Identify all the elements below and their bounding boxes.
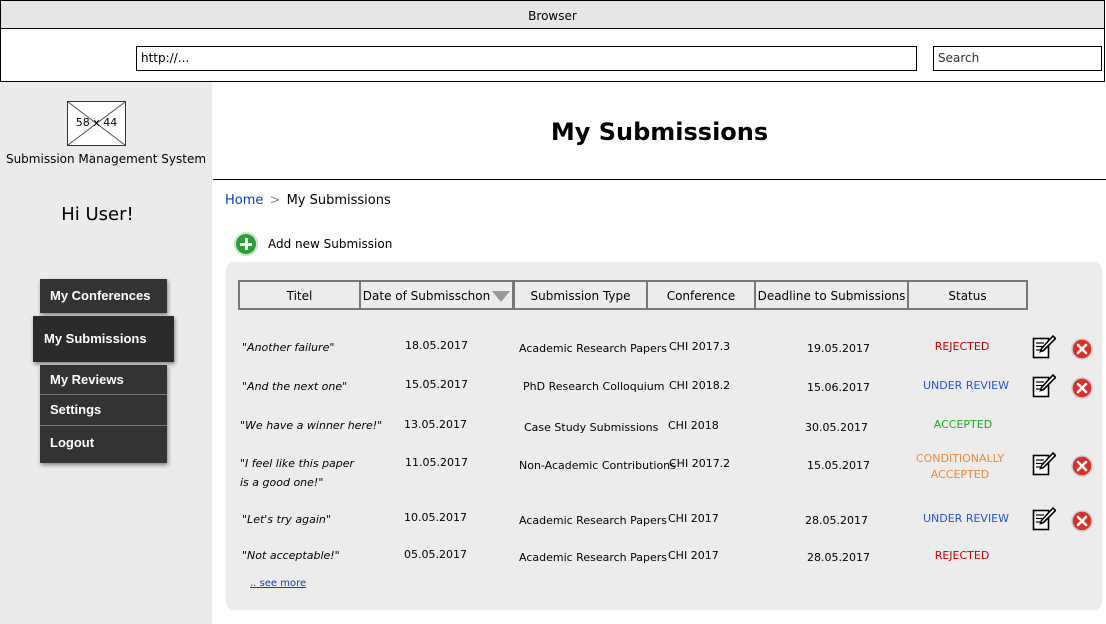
row-conference: CHI 2017 (668, 512, 719, 525)
delete-circle-icon[interactable] (1071, 510, 1093, 532)
header-divider (213, 179, 1106, 180)
column-header-conference[interactable]: Conference (646, 280, 756, 310)
sidebar-item-label: My Reviews (50, 372, 124, 387)
row-title: "I feel like this paper is a good one!" (240, 454, 354, 492)
row-date: 11.05.2017 (405, 456, 468, 469)
add-submission-label: Add new Submission (268, 237, 393, 251)
delete-circle-icon[interactable] (1071, 455, 1093, 477)
row-date: 05.05.2017 (404, 548, 467, 561)
row-title: "Let's try again" (242, 513, 331, 526)
column-header-type[interactable]: Submission Type (513, 280, 648, 310)
row-title: "Another failure" (242, 341, 335, 354)
column-header-date[interactable]: Date of Submisschon (359, 280, 514, 310)
sidebar-item-label: Logout (50, 435, 95, 450)
row-deadline: 28.05.2017 (805, 514, 868, 527)
row-type: Academic Research Papers (519, 342, 668, 355)
row-deadline: 28.05.2017 (807, 551, 870, 564)
row-date: 18.05.2017 (405, 339, 468, 352)
see-more-link[interactable]: .. see more (250, 578, 306, 589)
sidebar: 58 x 44 Submission Management System Hi … (0, 82, 212, 624)
sidebar-item-label: My Submissions (44, 331, 147, 346)
sort-down-icon[interactable] (492, 291, 511, 302)
status-badge: REJECTED (934, 340, 990, 353)
logo-size-label: 58 x 44 (75, 116, 118, 129)
breadcrumb-current: My Submissions (286, 193, 391, 208)
search-input[interactable]: Search (933, 46, 1102, 71)
delete-circle-icon[interactable] (1071, 377, 1093, 399)
row-conference: CHI 2018 (668, 419, 719, 432)
browser-title: Browser (528, 9, 577, 23)
browser-toolbar: http://... Search (0, 29, 1105, 82)
row-title-line: is a good one!" (240, 476, 324, 489)
sidebar-item-label: My Conferences (50, 288, 151, 303)
row-title: "We have a winner here!" (240, 419, 383, 432)
column-header-label: Status (948, 289, 987, 303)
delete-circle-icon[interactable] (1071, 338, 1093, 360)
submissions-table: Titel Date of Submisschon Submission Typ… (226, 262, 1102, 610)
app-name: Submission Management System (5, 152, 207, 166)
row-date: 15.05.2017 (405, 378, 468, 391)
row-title: "And the next one" (242, 380, 348, 393)
column-header-label: Date of Submisschon (362, 289, 491, 303)
sidebar-item-my-submissions[interactable]: My Submissions (33, 316, 174, 362)
sidebar-item-logout[interactable]: Logout (40, 425, 167, 462)
row-deadline: 15.05.2017 (807, 459, 870, 472)
row-date: 13.05.2017 (404, 418, 467, 431)
column-header-deadline[interactable]: Deadline to Submissions (754, 280, 909, 310)
row-conference: CHI 2018.2 (669, 379, 731, 392)
browser-titlebar: Browser (0, 0, 1105, 29)
row-deadline: 30.05.2017 (805, 421, 868, 434)
row-conference: CHI 2017.2 (669, 457, 731, 470)
status-line: CONDITIONALLY (915, 452, 1005, 465)
column-header-label: Submission Type (530, 289, 631, 303)
row-type: Case Study Submissions (524, 421, 659, 434)
row-type: Non-Academic Contributions (519, 459, 676, 472)
column-header-status[interactable]: Status (907, 280, 1028, 310)
logo-placeholder: 58 x 44 (67, 101, 126, 146)
sidebar-item-my-reviews[interactable]: My Reviews (50, 365, 167, 394)
edit-document-icon[interactable] (1032, 373, 1056, 399)
row-deadline: 15.06.2017 (807, 381, 870, 394)
row-deadline: 19.05.2017 (807, 342, 870, 355)
sidebar-item-label: Settings (50, 402, 102, 417)
edit-document-icon[interactable] (1032, 334, 1056, 360)
status-badge: UNDER REVIEW (922, 512, 1010, 525)
add-submission-button[interactable]: Add new Submission (234, 231, 392, 257)
greeting: Hi User! (61, 204, 134, 225)
row-type: Academic Research Papers (519, 551, 668, 564)
url-input[interactable]: http://... (136, 46, 917, 71)
sidebar-item-settings[interactable]: Settings (40, 394, 167, 425)
row-date: 10.05.2017 (404, 511, 467, 524)
plus-circle-icon[interactable] (234, 232, 258, 256)
column-header-label: Deadline to Submissions (757, 289, 906, 303)
row-conference: CHI 2017 (668, 549, 719, 562)
breadcrumb-home-link[interactable]: Home (225, 193, 263, 208)
column-header-label: Conference (666, 289, 736, 303)
status-badge: ACCEPTED (933, 418, 993, 431)
column-header-label: Titel (286, 289, 313, 303)
edit-document-icon[interactable] (1032, 451, 1056, 477)
column-header-title[interactable]: Titel (238, 280, 361, 310)
row-conference: CHI 2017.3 (669, 340, 731, 353)
status-badge: REJECTED (934, 549, 990, 562)
status-badge: CONDITIONALLY ACCEPTED (910, 451, 1010, 483)
edit-document-icon[interactable] (1032, 506, 1056, 532)
row-type: Academic Research Papers (519, 514, 668, 527)
page-title: My Submissions (550, 118, 769, 146)
row-title-line: "I feel like this paper (240, 457, 355, 470)
sidebar-menu-group: My Reviews Settings Logout (40, 365, 167, 463)
status-badge: UNDER REVIEW (922, 379, 1010, 392)
row-type: PhD Research Colloquium (523, 380, 665, 393)
row-title: "Not acceptable!" (242, 549, 340, 562)
breadcrumb: Home > My Submissions (225, 193, 391, 208)
sidebar-item-my-conferences[interactable]: My Conferences (40, 279, 167, 313)
status-line: ACCEPTED (930, 468, 990, 481)
breadcrumb-separator: > (269, 193, 281, 208)
